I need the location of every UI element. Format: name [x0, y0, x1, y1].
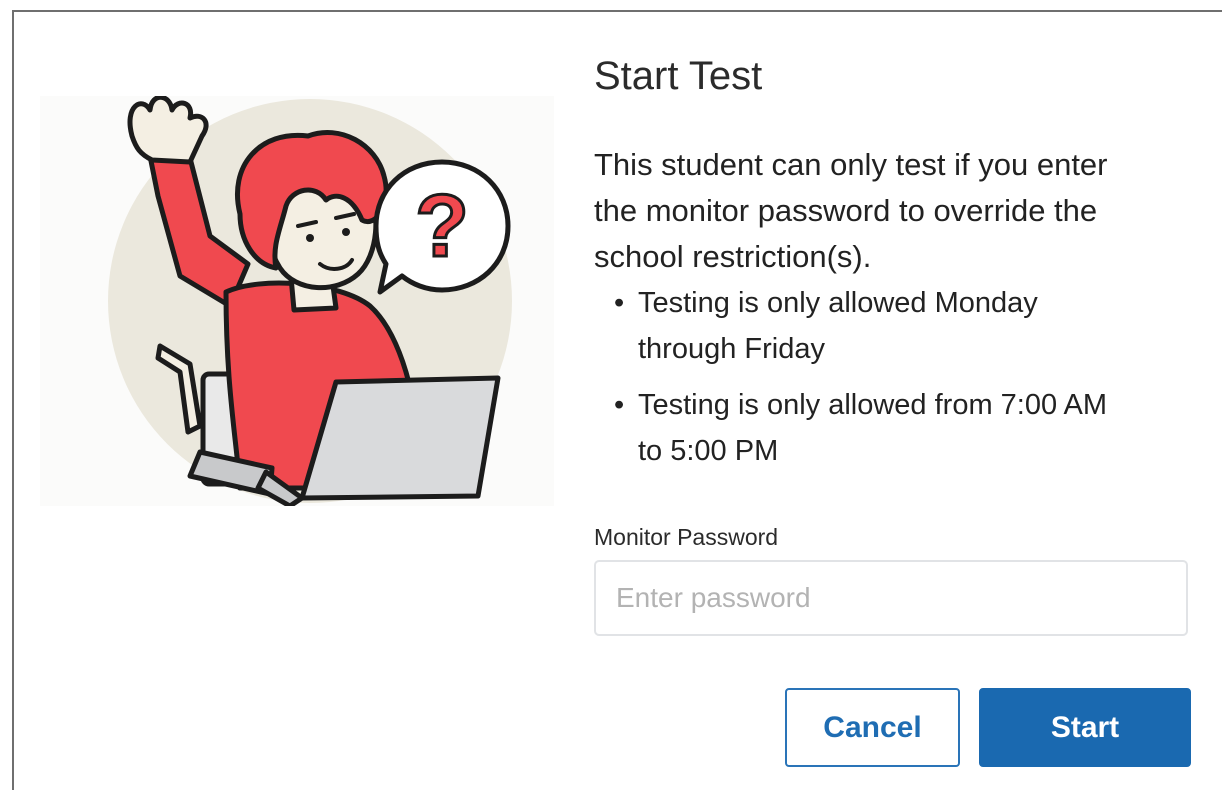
restriction-text: through Friday	[638, 333, 825, 365]
message-line: school restriction(s).	[594, 239, 872, 274]
start-test-dialog: ? Start Test This student can only test …	[12, 10, 1222, 790]
restriction-list: • Testing is only allowed Monday through…	[614, 280, 1194, 484]
monitor-password-input[interactable]	[594, 560, 1188, 636]
restriction-item: • Testing is only allowed Monday through…	[614, 280, 1194, 372]
start-button[interactable]: Start	[979, 688, 1191, 767]
restriction-text: Testing is only allowed Monday	[638, 287, 1038, 319]
restriction-text: to 5:00 PM	[638, 435, 779, 467]
dialog-title: Start Test	[594, 54, 763, 98]
student-illustration-panel: ?	[40, 96, 554, 506]
bullet-icon: •	[614, 389, 625, 421]
message-line: This student can only test if you enter	[594, 147, 1108, 182]
restriction-text: Testing is only allowed from 7:00 AM	[638, 389, 1108, 421]
restriction-message: This student can only test if you enter …	[594, 142, 1194, 280]
question-mark-icon: ?	[415, 176, 469, 275]
student-raising-hand-illustration: ?	[108, 96, 512, 506]
monitor-password-label: Monitor Password	[594, 524, 779, 550]
message-line: the monitor password to override the	[594, 193, 1098, 228]
bullet-icon: •	[614, 287, 625, 319]
cancel-button[interactable]: Cancel	[785, 688, 960, 767]
restriction-item: • Testing is only allowed from 7:00 AM t…	[614, 382, 1194, 474]
